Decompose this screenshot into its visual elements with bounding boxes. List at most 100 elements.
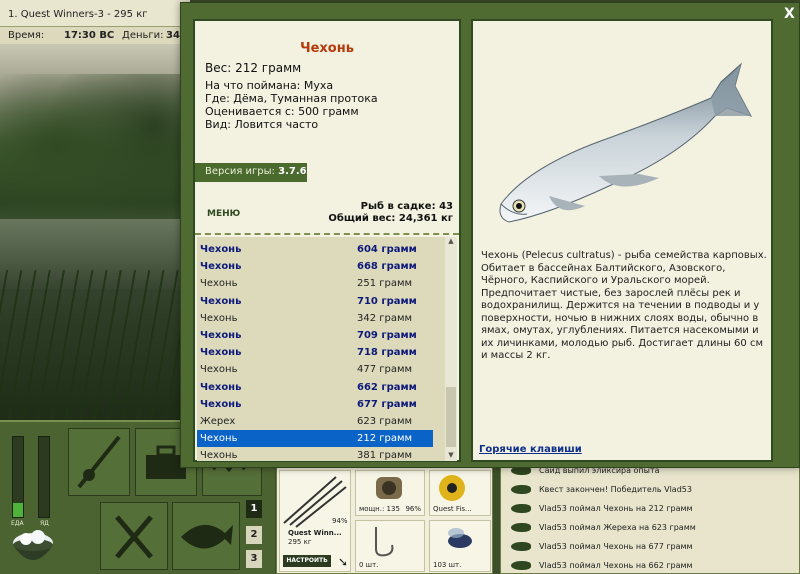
- fish-small-icon: [511, 485, 531, 494]
- fish-small-icon: [511, 561, 531, 570]
- scroll-thumb[interactable]: [446, 387, 456, 447]
- catch-row[interactable]: Чехонь 604 грамм: [197, 241, 445, 258]
- catch-row-name: Чехонь: [200, 433, 238, 445]
- total-weight: Общий вес: 24,361 кг: [328, 213, 453, 224]
- catch-row-name: Чехонь: [200, 364, 238, 376]
- fish-small-icon: [511, 504, 531, 513]
- line-spool-icon: [439, 475, 465, 501]
- cutlery-icon: [115, 515, 153, 559]
- setup-button[interactable]: НАСТРОИТЬ: [283, 555, 331, 567]
- chat-line: Vlad53 поймал Чехонь на 662 грамм: [501, 556, 800, 574]
- line-tile[interactable]: Quest Fis...: [429, 470, 491, 516]
- scroll-down-icon[interactable]: ▼: [446, 451, 456, 461]
- food-gauge-fill: [13, 502, 23, 517]
- catch-row-weight: 251 грамм: [357, 278, 413, 290]
- catch-row-weight: 718 грамм: [357, 347, 417, 359]
- catch-row-name: Чехонь: [200, 295, 242, 307]
- catch-list-scrollbar[interactable]: ▲ ▼: [445, 237, 457, 461]
- scroll-up-icon[interactable]: ▲: [446, 237, 456, 247]
- catch-row[interactable]: Чехонь 251 грамм: [197, 275, 445, 292]
- chat-log[interactable]: Саид выпил эликсира опыта Квест закончен…: [500, 460, 800, 574]
- rod-icon: [77, 435, 121, 489]
- food-gauge: [12, 436, 24, 518]
- fish-price: Оценивается с: 500 грамм: [205, 105, 359, 118]
- chat-line: Квест закончен! Победитель Vlad53: [501, 480, 800, 499]
- rod-tile[interactable]: Quest Winn... 295 кг 94% НАСТРОИТЬ ➘: [279, 470, 351, 572]
- catch-row-name: Чехонь: [200, 244, 242, 255]
- hotkeys-link[interactable]: Горячие клавиши: [479, 444, 582, 455]
- catch-row-weight: 477 грамм: [357, 364, 413, 376]
- catch-row[interactable]: Чехонь 381 грамм: [197, 447, 445, 461]
- catch-row[interactable]: Чехонь 477 грамм: [197, 361, 445, 378]
- version-bar: Версия игры: 3.7.6: [195, 163, 307, 182]
- rod-slot[interactable]: [68, 428, 130, 496]
- hook-tile[interactable]: 0 шт.: [355, 520, 425, 572]
- catch-row-name: Чехонь: [200, 450, 238, 461]
- scene-reeds: [0, 270, 190, 420]
- chat-line: Vlad53 поймал Чехонь на 677 грамм: [501, 537, 800, 556]
- catch-row[interactable]: Чехонь 710 грамм: [197, 293, 445, 310]
- fish-bait: На что поймана: Муха: [205, 79, 334, 92]
- catch-row[interactable]: Чехонь 709 грамм: [197, 327, 445, 344]
- catch-row-name: Чехонь: [200, 261, 242, 273]
- tackle-panel: Quest Winn... 295 кг 94% НАСТРОИТЬ ➘ мощ…: [276, 467, 493, 574]
- fish-location: Где: Дёма, Туманная протока: [205, 92, 378, 105]
- bait-tile[interactable]: 103 шт.: [429, 520, 491, 572]
- fish-type: Вид: Ловится часто: [205, 118, 319, 131]
- catch-row-name: Чехонь: [200, 278, 238, 290]
- rod-weight: 295 кг: [288, 538, 312, 546]
- catch-row-name: Чехонь: [200, 347, 242, 359]
- fish-slot[interactable]: [172, 502, 240, 570]
- reel-pct: 96%: [405, 505, 421, 513]
- money-value: 34: [166, 30, 180, 41]
- catch-row[interactable]: Чехонь 677 грамм: [197, 396, 445, 413]
- catch-row-weight: 677 грамм: [357, 398, 417, 410]
- catch-list[interactable]: Чехонь 604 грамм Чехонь 668 грамм Чехонь 251 …: [197, 237, 445, 461]
- poison-gauge: [38, 436, 50, 518]
- chat-line: Vlad53 поймал Чехонь на 212 грамм: [501, 499, 800, 518]
- catch-row[interactable]: Чехонь 662 грамм: [197, 379, 445, 396]
- rod-pct: 94%: [332, 517, 348, 525]
- fishing-scene[interactable]: [0, 44, 190, 420]
- fish-title: Чехонь: [300, 41, 354, 56]
- catch-details-panel: Чехонь Вес: 212 грамм На что поймана: Му…: [193, 19, 461, 462]
- catch-row-weight: 212 грамм: [357, 433, 413, 445]
- catch-row[interactable]: Чехонь 342 грамм: [197, 310, 445, 327]
- tab-2[interactable]: 2: [246, 526, 262, 544]
- reel-tile[interactable]: мощн.: 135 96%: [355, 470, 425, 516]
- food-bowl-icon[interactable]: [8, 525, 58, 573]
- catch-row-weight: 662 грамм: [357, 381, 417, 393]
- catch-row-weight: 604 грамм: [357, 244, 417, 255]
- tab-1[interactable]: 1: [246, 500, 262, 518]
- time-money-bar: Время: 17:30 ВС Деньги: 34: [0, 26, 190, 44]
- catch-row-weight: 342 грамм: [357, 312, 413, 324]
- hook-caption: 0 шт.: [359, 561, 379, 569]
- time-value: 17:30 ВС: [64, 30, 115, 41]
- tab-3[interactable]: 3: [246, 550, 262, 568]
- catch-row-weight: 381 грамм: [357, 450, 413, 461]
- catch-row-name: Чехонь: [200, 398, 242, 410]
- catch-info-dialog: X Чехонь Вес: 212 грамм На что поймана: …: [180, 2, 800, 468]
- money-label: Деньги:: [122, 30, 164, 41]
- time-label: Время:: [8, 30, 45, 41]
- catch-row[interactable]: Чехонь 718 грамм: [197, 344, 445, 361]
- bait-caption: 103 шт.: [433, 561, 462, 569]
- hook-icon: [375, 527, 394, 557]
- fish-weight: Вес: 212 грамм: [205, 61, 302, 75]
- catch-row-name: Жерех: [200, 416, 236, 427]
- arrow-icon: ➘: [338, 555, 349, 569]
- close-button[interactable]: X: [784, 6, 795, 22]
- quest-title: 1. Quest Winners-3 - 295 кг: [8, 9, 148, 20]
- catch-row[interactable]: Чехонь 212 грамм: [197, 430, 433, 448]
- catch-row-name: Чехонь: [200, 312, 238, 324]
- catch-row[interactable]: Жерех 623 грамм: [197, 413, 445, 430]
- catch-row-weight: 623 грамм: [357, 416, 413, 427]
- fish-illustration: [499, 62, 753, 223]
- cutlery-slot[interactable]: [100, 502, 168, 570]
- fish-icon: [181, 524, 233, 549]
- catch-row-name: Чехонь: [200, 330, 242, 341]
- menu-button[interactable]: МЕНЮ: [207, 209, 240, 219]
- keepnet-count: Рыб в садке: 43: [360, 201, 453, 212]
- catch-row[interactable]: Чехонь 668 грамм: [197, 258, 445, 275]
- fish-small-icon: [511, 523, 531, 532]
